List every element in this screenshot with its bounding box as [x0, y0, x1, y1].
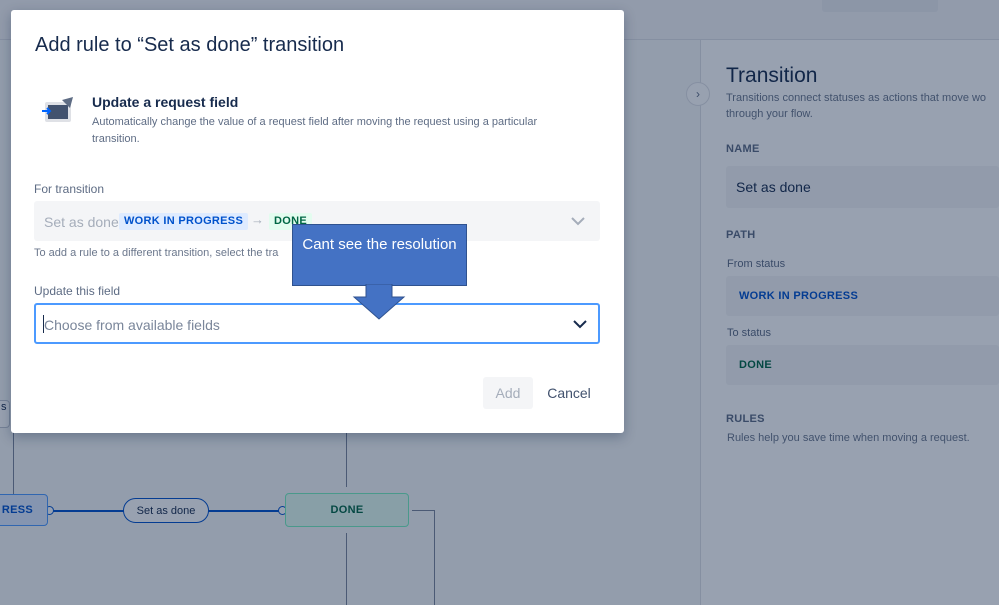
chevron-down-icon: [571, 315, 589, 333]
dialog-title: Add rule to “Set as done” transition: [35, 34, 345, 56]
transition-helper-text: To add a rule to a different transition,…: [34, 247, 279, 259]
annotation-callout: Cant see the resolution: [292, 224, 467, 286]
rule-title: Update a request field: [92, 94, 239, 110]
rule-description: Automatically change the value of a requ…: [92, 116, 538, 145]
from-status-lozenge: WORK IN PROGRESS: [119, 213, 249, 230]
field-select-placeholder: Choose from available fields: [44, 317, 220, 333]
arrow-right-icon: →: [251, 212, 264, 227]
add-rule-dialog: Add rule to “Set as done” transition Upd…: [11, 10, 624, 433]
cancel-button[interactable]: Cancel: [539, 377, 599, 409]
field-select[interactable]: Choose from available fields: [34, 303, 600, 344]
update-field-icon: [42, 96, 76, 126]
add-button[interactable]: Add: [483, 377, 533, 409]
for-transition-label: For transition: [34, 182, 105, 196]
chevron-down-icon: [569, 212, 587, 230]
update-field-label: Update this field: [34, 284, 121, 298]
transition-name: Set as done: [44, 214, 119, 230]
callout-arrow-icon: [352, 284, 406, 320]
